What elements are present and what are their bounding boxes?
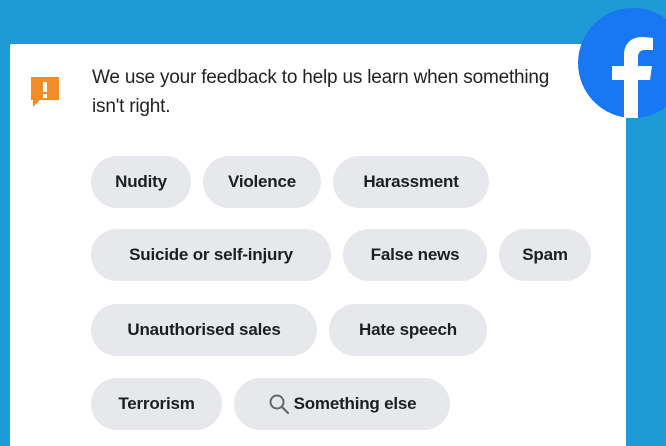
category-chip-hate-speech[interactable]: Hate speech [329, 304, 487, 356]
category-chip-unauthorised-sales[interactable]: Unauthorised sales [91, 304, 317, 356]
chip-label: Nudity [115, 172, 167, 191]
search-icon [269, 394, 289, 415]
category-chip-terrorism[interactable]: Terrorism [91, 378, 222, 430]
category-chip-spam[interactable]: Spam [499, 229, 591, 281]
chip-label: Spam [522, 245, 568, 264]
category-chip-false-news[interactable]: False news [343, 229, 487, 281]
chip-label: Suicide or self-injury [129, 245, 293, 264]
category-chip-something-else[interactable]: Something else [234, 378, 450, 430]
chip-label: Harassment [363, 172, 459, 191]
chip-label: Violence [227, 172, 296, 191]
facebook-logo-icon [578, 8, 666, 118]
alert-icon [31, 77, 59, 107]
chip-label: Terrorism [118, 394, 195, 413]
chip-label: Hate speech [359, 320, 457, 339]
chip-label: False news [370, 245, 460, 264]
category-chip-nudity[interactable]: Nudity [91, 156, 191, 208]
chip-label: Unauthorised sales [127, 320, 281, 339]
chip-label: Something else [293, 394, 417, 413]
category-chip-suicide-or-self-injury[interactable]: Suicide or self-injury [91, 229, 331, 281]
category-chip-violence[interactable]: Violence [203, 156, 321, 208]
category-chip-harassment[interactable]: Harassment [333, 156, 489, 208]
feedback-notice-text: We use your feedback to help us learn wh… [92, 67, 550, 117]
